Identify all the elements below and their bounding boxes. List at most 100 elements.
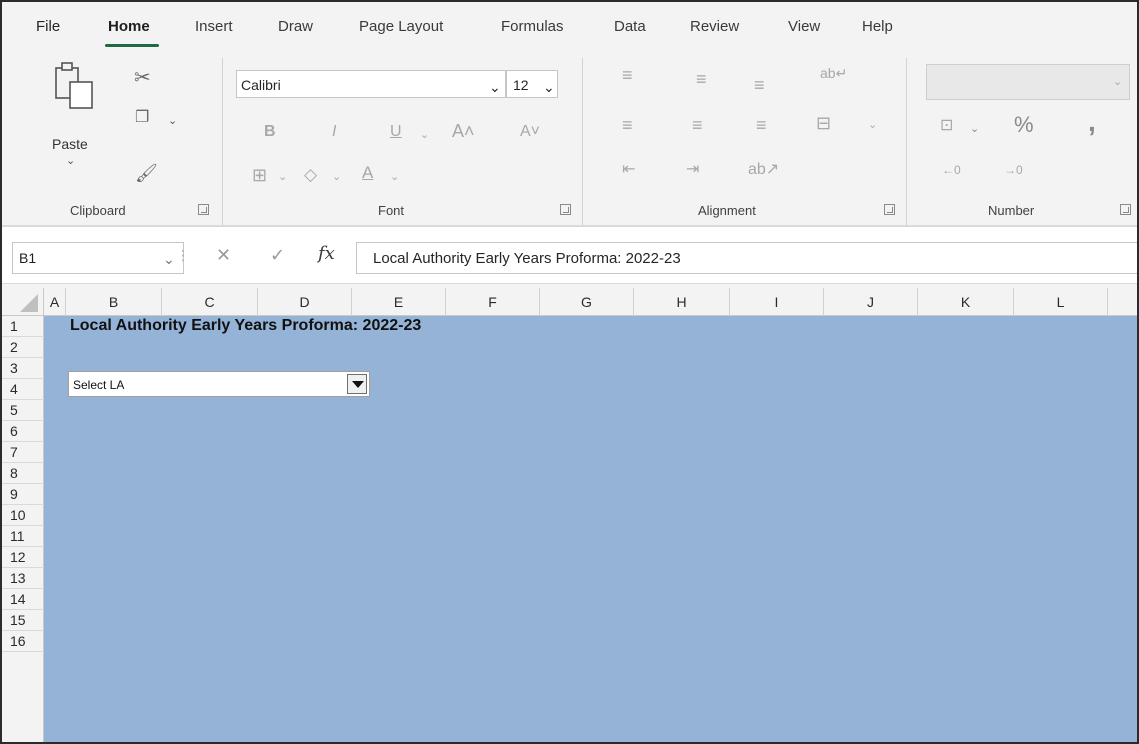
column-header[interactable]: D <box>258 288 352 316</box>
cancel-icon[interactable]: ✕ <box>216 245 231 266</box>
accounting-dropdown-icon[interactable]: ⌄ <box>970 122 979 135</box>
row-header[interactable]: 5 <box>2 400 44 421</box>
worksheet-area[interactable]: Local Authority Early Years Proforma: 20… <box>44 316 1137 742</box>
font-color-icon[interactable]: A <box>362 164 373 181</box>
italic-icon[interactable]: I <box>332 124 336 140</box>
borders-icon[interactable]: ⊞ <box>252 166 267 184</box>
borders-dropdown-icon[interactable]: ⌄ <box>278 170 287 183</box>
row-header[interactable]: 7 <box>2 442 44 463</box>
copy-dropdown-icon[interactable]: ⌄ <box>168 114 177 127</box>
decrease-indent-icon[interactable]: ⇤ <box>622 162 635 178</box>
orientation-icon[interactable]: ab↗ <box>748 162 779 178</box>
paste-icon[interactable] <box>52 60 96 110</box>
ribbon-divider <box>222 58 223 226</box>
bottom-align-icon[interactable]: ≡ <box>754 76 765 94</box>
ribbon-tabs: File Home Insert Draw Page Layout Formul… <box>2 2 1137 52</box>
increase-indent-icon[interactable]: ⇥ <box>686 162 699 178</box>
center-icon[interactable]: ≡ <box>692 116 703 134</box>
copy-icon[interactable]: ❐ <box>135 110 149 126</box>
paste-button[interactable]: Paste <box>52 136 88 152</box>
font-name-dropdown-icon[interactable]: ⌄ <box>489 79 501 96</box>
cut-icon[interactable]: ✂ <box>134 68 151 88</box>
font-size-dropdown-icon[interactable]: ⌄ <box>543 79 555 96</box>
decrease-font-size-icon[interactable]: A˅ <box>520 124 540 140</box>
row-header[interactable]: 3 <box>2 358 44 379</box>
select-la-dropdown[interactable]: Select LA <box>68 371 370 397</box>
row-header[interactable]: 1 <box>2 316 44 337</box>
column-header[interactable]: K <box>918 288 1014 316</box>
column-header[interactable]: C <box>162 288 258 316</box>
tab-home[interactable]: Home <box>108 18 150 35</box>
column-header[interactable]: G <box>540 288 634 316</box>
tab-file[interactable]: File <box>36 18 60 35</box>
number-format-box[interactable]: ⌄ <box>926 64 1130 100</box>
row-header[interactable]: 14 <box>2 589 44 610</box>
tab-view[interactable]: View <box>788 18 820 35</box>
tab-review[interactable]: Review <box>690 18 739 35</box>
sheet-title-cell[interactable]: Local Authority Early Years Proforma: 20… <box>70 317 421 335</box>
enter-icon[interactable]: ✓ <box>270 245 285 266</box>
tab-page-layout[interactable]: Page Layout <box>359 18 443 35</box>
row-header[interactable]: 8 <box>2 463 44 484</box>
font-color-dropdown-icon[interactable]: ⌄ <box>390 170 399 183</box>
increase-font-size-icon[interactable]: A˄ <box>452 122 475 140</box>
font-launcher-icon[interactable] <box>560 204 571 215</box>
accounting-format-icon[interactable]: ⊡ <box>940 118 953 134</box>
name-box[interactable]: B1 ⌄ <box>12 242 184 274</box>
tab-data[interactable]: Data <box>614 18 646 35</box>
row-header[interactable]: 9 <box>2 484 44 505</box>
merge-dropdown-icon[interactable]: ⌄ <box>868 118 877 131</box>
underline-icon[interactable]: U <box>390 124 402 140</box>
row-header[interactable]: 2 <box>2 337 44 358</box>
row-header[interactable]: 4 <box>2 379 44 400</box>
paste-dropdown-icon[interactable]: ⌄ <box>66 154 75 167</box>
top-align-icon[interactable]: ≡ <box>622 66 633 84</box>
column-header[interactable]: J <box>824 288 918 316</box>
column-header[interactable]: E <box>352 288 446 316</box>
column-header[interactable]: F <box>446 288 540 316</box>
font-group-label: Font <box>378 203 405 218</box>
tab-draw[interactable]: Draw <box>278 18 313 35</box>
wrap-text-icon[interactable]: ab↵ <box>820 66 847 80</box>
font-size-box[interactable]: 12 ⌄ <box>506 70 558 98</box>
tab-formulas[interactable]: Formulas <box>501 18 564 35</box>
column-header[interactable]: H <box>634 288 730 316</box>
row-header[interactable]: 15 <box>2 610 44 631</box>
select-all-button[interactable] <box>2 288 44 316</box>
middle-align-icon[interactable]: ≡ <box>696 70 707 88</box>
row-header[interactable]: 16 <box>2 631 44 652</box>
increase-decimal-icon[interactable]: ←0 <box>942 164 961 176</box>
clipboard-launcher-icon[interactable] <box>198 204 209 215</box>
fill-color-icon[interactable]: ◇ <box>304 166 317 183</box>
font-name-box[interactable]: Calibri ⌄ <box>236 70 506 98</box>
row-header[interactable]: 6 <box>2 421 44 442</box>
active-tab-indicator <box>105 44 159 47</box>
percent-style-icon[interactable]: % <box>1014 114 1034 136</box>
alignment-launcher-icon[interactable] <box>884 204 895 215</box>
comma-style-icon[interactable]: , <box>1088 108 1096 136</box>
merge-center-icon[interactable]: ⊟ <box>816 114 831 132</box>
row-header[interactable]: 12 <box>2 547 44 568</box>
row-header[interactable]: 10 <box>2 505 44 526</box>
name-box-dropdown-icon[interactable]: ⌄ <box>163 251 175 268</box>
underline-dropdown-icon[interactable]: ⌄ <box>420 128 429 141</box>
row-header[interactable]: 11 <box>2 526 44 547</box>
insert-function-icon[interactable]: fx <box>318 243 335 264</box>
decrease-decimal-icon[interactable]: →0 <box>1004 164 1023 176</box>
format-painter-icon[interactable]: 🖌 <box>135 164 158 182</box>
fill-color-dropdown-icon[interactable]: ⌄ <box>332 170 341 183</box>
number-launcher-icon[interactable] <box>1120 204 1131 215</box>
column-header[interactable]: L <box>1014 288 1108 316</box>
row-header[interactable]: 13 <box>2 568 44 589</box>
tab-help[interactable]: Help <box>862 18 893 35</box>
bold-icon[interactable]: B <box>264 124 276 140</box>
tab-insert[interactable]: Insert <box>195 18 233 35</box>
column-header[interactable]: A <box>44 288 66 316</box>
align-left-icon[interactable]: ≡ <box>622 116 633 134</box>
number-format-dropdown-icon[interactable]: ⌄ <box>1113 75 1122 88</box>
dropdown-arrow-icon[interactable] <box>347 374 367 394</box>
column-header[interactable]: B <box>66 288 162 316</box>
formula-input[interactable]: Local Authority Early Years Proforma: 20… <box>356 242 1137 274</box>
column-header[interactable]: I <box>730 288 824 316</box>
align-right-icon[interactable]: ≡ <box>756 116 767 134</box>
